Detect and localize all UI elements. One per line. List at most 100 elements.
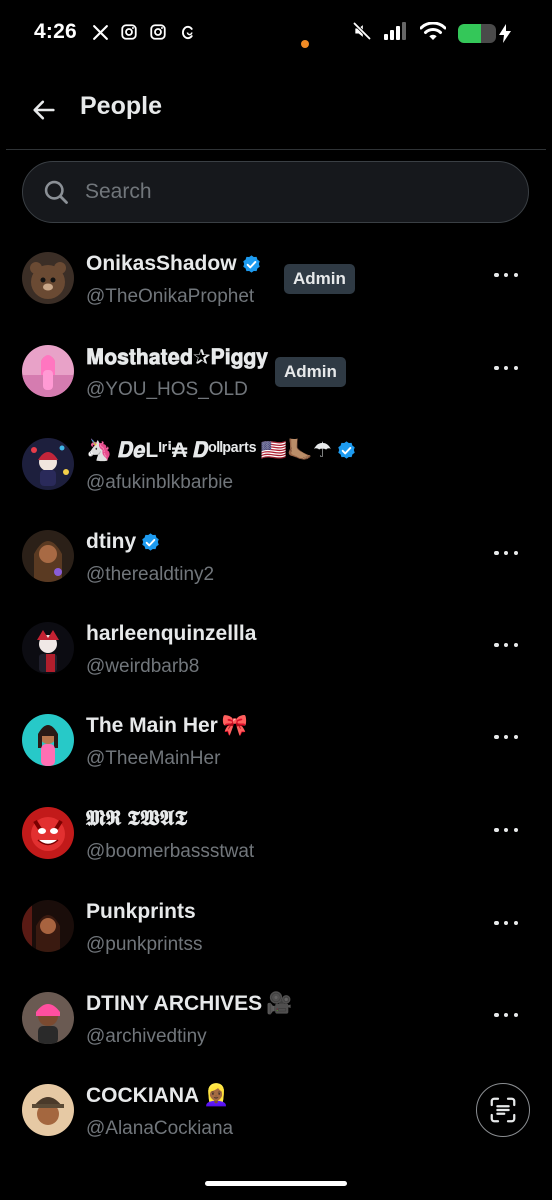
display-name: DTINY ARCHIVES	[86, 992, 263, 1015]
list-item[interactable]: dtiny @therealdtiny2	[0, 506, 552, 598]
search-icon	[41, 177, 71, 207]
user-handle: @archivedtiny	[86, 1026, 207, 1047]
verified-badge-icon	[241, 254, 262, 275]
dot-icon	[503, 365, 509, 371]
name-line: COCKIANA 👱🏾‍♀️	[86, 1084, 229, 1108]
verified-badge-icon	[140, 532, 161, 553]
wifi-icon	[419, 21, 447, 46]
dot-icon	[513, 272, 518, 278]
list-item[interactable]: OnikasShadow Admin @TheOnikaProphet	[0, 228, 552, 320]
dot-icon	[503, 734, 509, 740]
instagram-icon	[148, 22, 168, 42]
signal-icon	[384, 22, 408, 45]
user-handle: @afukinblkbarbie	[86, 472, 234, 493]
name-emoji: 👱🏾‍♀️	[203, 1084, 230, 1107]
user-handle: @boomerbassstwat	[86, 841, 255, 862]
display-name: dtiny	[86, 530, 137, 553]
name-line: The Main Her 🎀	[86, 714, 248, 738]
more-options-button[interactable]	[494, 823, 518, 837]
display-name: COCKIANA	[86, 1084, 200, 1107]
scan-text-button[interactable]	[476, 1083, 530, 1137]
user-handle: @punkprintss	[86, 934, 203, 955]
name-line: DTINY ARCHIVES 🎥	[86, 992, 292, 1016]
dot-icon	[503, 920, 509, 926]
dot-icon	[513, 642, 518, 648]
display-name: 𝐌𝐨𝐬𝐭𝐡𝐚𝐭𝐞𝐝✰𝐏𝐢𝐠𝐠𝐲	[86, 346, 268, 369]
name-line: 𝐌𝐨𝐬𝐭𝐡𝐚𝐭𝐞𝐝✰𝐏𝐢𝐠𝐠𝐲	[86, 345, 268, 370]
more-options-button[interactable]	[494, 546, 518, 560]
avatar[interactable]	[22, 807, 74, 859]
name-line: 𝕸𝕽 𝕿𝖂𝕬𝕿	[86, 807, 187, 831]
dot-icon	[503, 1012, 509, 1018]
dot-icon	[494, 550, 499, 556]
status-time: 4:26	[34, 20, 77, 43]
back-button[interactable]	[28, 94, 60, 126]
more-options-button[interactable]	[494, 361, 518, 375]
dot-icon	[513, 365, 518, 371]
arrow-left-icon	[33, 100, 55, 120]
dot-icon	[513, 920, 518, 926]
avatar[interactable]	[22, 714, 74, 766]
avatar[interactable]	[22, 252, 74, 304]
more-options-button[interactable]	[494, 916, 518, 930]
verified-badge-icon	[336, 440, 357, 461]
list-item[interactable]: 𝕸𝕽 𝕿𝖂𝕬𝕿 @boomerbassstwat	[0, 783, 552, 875]
name-emoji: 🎀	[221, 714, 249, 737]
more-options-button[interactable]	[494, 730, 518, 744]
name-emoji: 🇺🇸🦶🏽☂	[260, 439, 332, 462]
avatar[interactable]	[22, 530, 74, 582]
dot-icon	[503, 827, 509, 833]
list-item[interactable]: DTINY ARCHIVES 🎥 @archivedtiny	[0, 968, 552, 1060]
dot-icon	[494, 920, 499, 926]
system-icons	[352, 21, 512, 46]
status-bar: 4:26	[0, 0, 552, 70]
admin-badge: Admin	[284, 264, 355, 294]
more-options-button[interactable]	[494, 638, 518, 652]
list-item[interactable]: 🦄 𝑫𝒆Lᴵʳⁱ₳ 𝑫ᵒˡˡᵖᵃʳᵗˢ 🇺🇸🦶🏽☂ @afukinblkbarbie	[0, 414, 552, 506]
name-line: dtiny	[86, 530, 161, 554]
user-handle: @TheeMainHer	[86, 748, 221, 769]
instagram-icon	[119, 22, 139, 42]
dot-icon	[494, 1012, 499, 1018]
list-item[interactable]: Punkprints @punkprintss	[0, 876, 552, 968]
user-handle: @weirdbarb8	[86, 656, 200, 677]
list-item[interactable]: 𝐌𝐨𝐬𝐭𝐡𝐚𝐭𝐞𝐝✰𝐏𝐢𝐠𝐠𝐲 Admin @YOU_HOS_OLD	[0, 321, 552, 413]
name-line: OnikasShadow	[86, 252, 262, 276]
dot-icon	[503, 642, 509, 648]
avatar[interactable]	[22, 345, 74, 397]
more-options-button[interactable]	[494, 268, 518, 282]
dot-icon	[494, 827, 499, 833]
dot-icon	[513, 550, 518, 556]
avatar[interactable]	[22, 992, 74, 1044]
avatar[interactable]	[22, 438, 74, 490]
header-divider	[6, 149, 546, 150]
search-bar[interactable]	[22, 161, 529, 223]
name-line: Punkprints	[86, 900, 196, 924]
battery-level-fill	[458, 24, 481, 43]
display-name: OnikasShadow	[86, 252, 237, 275]
dot-icon	[494, 272, 499, 278]
list-item[interactable]: The Main Her 🎀 @TheeMainHer	[0, 690, 552, 782]
dot-icon	[494, 642, 499, 648]
dot-icon	[513, 827, 518, 833]
page-header: People	[0, 80, 552, 150]
search-input[interactable]	[85, 180, 485, 204]
display-name: harleenquinzellla	[86, 622, 257, 645]
home-indicator[interactable]	[205, 1181, 347, 1186]
name-line: 🦄 𝑫𝒆Lᴵʳⁱ₳ 𝑫ᵒˡˡᵖᵃʳᵗˢ 🇺🇸🦶🏽☂	[86, 438, 357, 463]
more-options-button[interactable]	[494, 1008, 518, 1022]
avatar[interactable]	[22, 622, 74, 674]
notification-icons	[90, 22, 197, 42]
privacy-indicator-dot	[301, 40, 309, 48]
avatar[interactable]	[22, 1084, 74, 1136]
display-name: Punkprints	[86, 900, 196, 923]
avatar[interactable]	[22, 900, 74, 952]
dot-icon	[503, 272, 509, 278]
dot-icon	[503, 550, 509, 556]
admin-badge: Admin	[275, 357, 346, 387]
list-item[interactable]: COCKIANA 👱🏾‍♀️ @AlanaCockiana	[0, 1060, 552, 1152]
list-item[interactable]: harleenquinzellla @weirdbarb8	[0, 598, 552, 690]
name-emoji: 🎥	[266, 992, 293, 1015]
battery-icon	[458, 24, 496, 43]
display-name: The Main Her	[86, 714, 218, 737]
